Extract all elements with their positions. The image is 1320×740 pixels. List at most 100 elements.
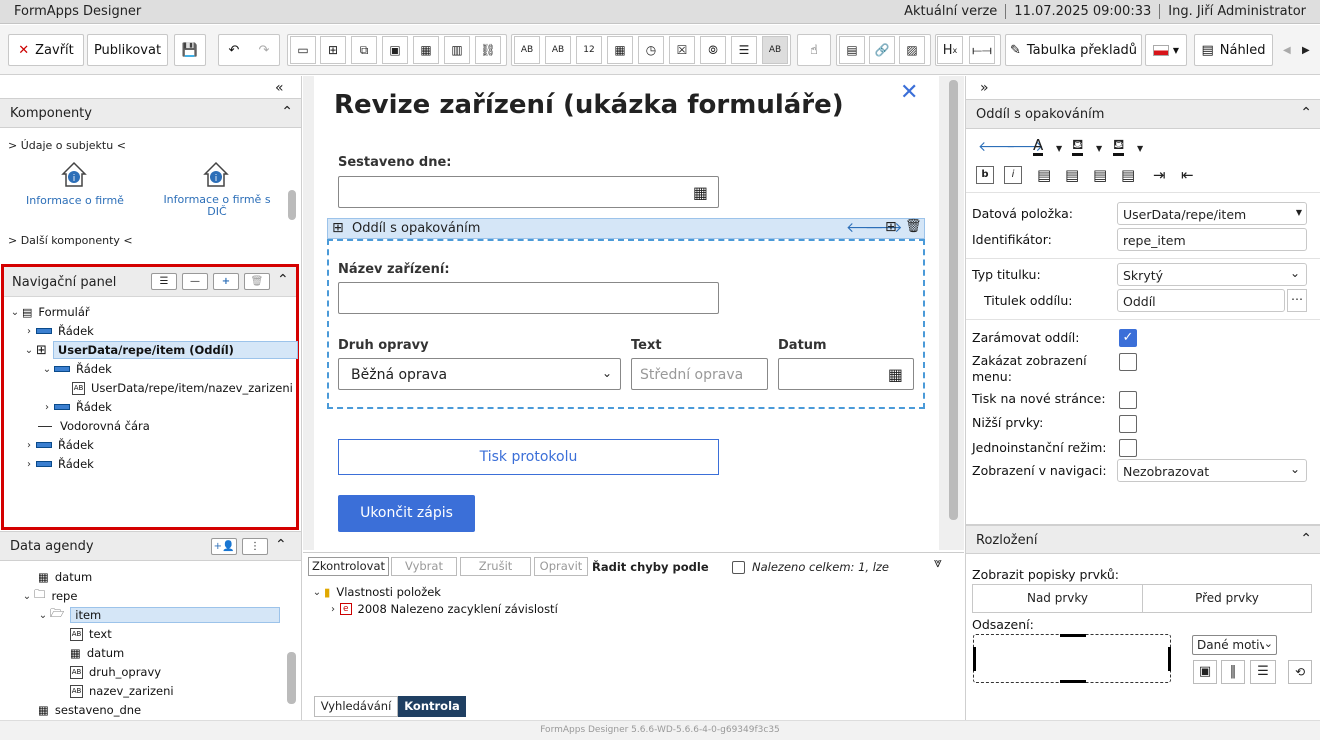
add-box-icon[interactable]: ⊞: [885, 219, 897, 235]
undo-icon[interactable]: ↶: [229, 43, 240, 58]
indent-icon[interactable]: ⇥: [1153, 166, 1166, 184]
redo-icon[interactable]: ↷: [259, 43, 270, 58]
align-center-icon[interactable]: ▤: [1065, 166, 1079, 184]
indent-right-handle[interactable]: [1168, 647, 1171, 671]
text-input[interactable]: Střední oprava: [631, 358, 768, 390]
collapse-left-icon[interactable]: «: [275, 80, 284, 96]
indent-left-handle[interactable]: [973, 647, 976, 671]
table-icon[interactable]: ▦: [413, 36, 439, 64]
scroll-left-icon[interactable]: ◀: [1283, 45, 1291, 56]
calendar-icon[interactable]: ▦: [693, 183, 708, 202]
print-new-page-checkbox[interactable]: [1119, 391, 1137, 409]
heading-icon[interactable]: Hx: [937, 36, 963, 64]
components-scrollbar[interactable]: [287, 132, 297, 256]
italic-icon[interactable]: i: [1004, 166, 1022, 184]
tree-node-row[interactable]: ⌄ Řádek: [40, 360, 112, 378]
chevron-down-icon[interactable]: ▼: [1056, 144, 1062, 153]
fix-button[interactable]: Opravit: [534, 557, 588, 576]
data-node[interactable]: ▦ datum: [38, 568, 92, 586]
radio-field-icon[interactable]: ⦾: [700, 36, 726, 64]
labels-above-button[interactable]: Nad prvky: [972, 584, 1143, 613]
date-input[interactable]: ▦: [778, 358, 914, 390]
lower-elements-checkbox[interactable]: [1119, 415, 1137, 433]
align-justify-icon[interactable]: ▤: [1121, 166, 1135, 184]
divider-icon[interactable]: ⟝⟞: [969, 36, 995, 64]
indent-preview[interactable]: [973, 634, 1171, 683]
data-node[interactable]: ▦ sestaveno_dne: [38, 701, 141, 719]
padding-horizontal-icon[interactable]: ‖: [1221, 660, 1245, 684]
more-options-button[interactable]: ⋯: [1287, 289, 1307, 312]
data-node[interactable]: AB druh_opravy: [70, 663, 161, 681]
data-agenda-header[interactable]: Data agendy +👤 ⋮ ⌃: [0, 531, 301, 561]
section-header[interactable]: ⊞ Oddíl s opakováním 🡐 🡒 ⊞ 🗑: [327, 218, 925, 239]
trash-icon[interactable]: 🗑: [244, 273, 270, 290]
close-form-icon[interactable]: ✕: [900, 80, 918, 105]
chevron-right-icon[interactable]: ›: [22, 459, 36, 470]
section-caption-input[interactable]: Oddíl: [1117, 289, 1285, 312]
cancel-button[interactable]: Zrušit: [460, 557, 531, 576]
data-node[interactable]: AB nazev_zarizeni: [70, 682, 174, 700]
tree-node-row[interactable]: › Řádek: [22, 322, 94, 340]
padding-all-icon[interactable]: ▣: [1193, 660, 1217, 684]
component-company-info[interactable]: Informace o firmě: [20, 194, 130, 207]
bold-icon[interactable]: b: [976, 166, 994, 184]
device-name-input[interactable]: [338, 282, 719, 314]
caret-up-icon[interactable]: ⌃: [275, 537, 287, 553]
padding-vertical-icon[interactable]: ☰: [1250, 660, 1276, 684]
link-icon[interactable]: 🔗: [869, 36, 895, 64]
outdent-icon[interactable]: ⇤: [1181, 166, 1194, 184]
frame-checkbox[interactable]: ✓: [1119, 329, 1137, 347]
text-field-icon[interactable]: AB: [514, 36, 540, 64]
component-group-subject[interactable]: > Údaje o subjektu <: [8, 139, 126, 152]
close-button[interactable]: ✕ Zavřít: [8, 34, 84, 66]
select-button[interactable]: Vybrat: [391, 557, 457, 576]
tree-node-row[interactable]: › Řádek: [22, 455, 94, 473]
translations-button[interactable]: ✎ Tabulka překladů: [1005, 34, 1142, 66]
chevron-down-icon[interactable]: ⌄: [8, 307, 22, 318]
identifier-input[interactable]: repe_item: [1117, 228, 1307, 251]
chevron-down-icon[interactable]: ⌄: [310, 587, 324, 598]
data-node[interactable]: AB text: [70, 625, 112, 643]
expand-right-icon[interactable]: »: [980, 80, 989, 96]
align-right-icon[interactable]: ▤: [1093, 166, 1107, 184]
data-item-select[interactable]: UserData/repe/item ▼: [1117, 202, 1307, 225]
horizontal-line-icon[interactable]: —: [182, 273, 208, 290]
data-node-selected[interactable]: ⌄ 🗁 item: [36, 606, 280, 624]
properties-scrollbar[interactable]: [1315, 100, 1319, 520]
sort-checkbox[interactable]: [732, 561, 745, 574]
calendar-icon[interactable]: ▦: [888, 365, 903, 384]
repeat-section-icon[interactable]: ⊞: [320, 36, 346, 64]
chevron-down-icon[interactable]: ⌄: [40, 364, 54, 375]
button-tool[interactable]: ☝: [797, 34, 831, 66]
font-color-icon[interactable]: A: [1033, 137, 1044, 156]
trash-icon[interactable]: 🗑: [905, 219, 922, 234]
fill-color-icon[interactable]: ⛾: [1072, 137, 1084, 156]
caret-up-icon[interactable]: ⌃: [1300, 531, 1312, 547]
textarea-icon[interactable]: AB: [545, 36, 571, 64]
hide-menu-checkbox[interactable]: [1119, 353, 1137, 371]
print-protocol-button[interactable]: Tisk protokolu: [338, 439, 719, 475]
finish-button[interactable]: Ukončit zápis: [338, 495, 475, 532]
scroll-right-icon[interactable]: ▶: [1302, 45, 1310, 56]
readonly-field-icon[interactable]: AB: [762, 36, 788, 64]
list-field-icon[interactable]: ☰: [731, 36, 757, 64]
header-icon[interactable]: ▭: [290, 36, 316, 64]
layout-header[interactable]: Rozložení ⌃: [966, 524, 1320, 554]
agenda-scrollbar[interactable]: [287, 652, 296, 704]
tree-node-field[interactable]: AB UserData/repe/item/nazev_zarizeni: [72, 379, 293, 397]
date-field-icon[interactable]: ▦: [607, 36, 633, 64]
preview-button[interactable]: ▤ Náhled: [1194, 34, 1273, 66]
collapse-down-icon[interactable]: ⩔: [934, 555, 942, 571]
align-lines-icon[interactable]: ☰: [151, 273, 177, 290]
publish-button[interactable]: Publikovat: [87, 34, 168, 66]
language-select[interactable]: ▼: [1145, 34, 1187, 66]
number-field-icon[interactable]: 12: [576, 36, 602, 64]
result-group[interactable]: ⌄ ▮ Vlastnosti položek: [310, 583, 441, 601]
chevron-down-icon[interactable]: ⌄: [22, 345, 36, 356]
component-group-other[interactable]: > Další komponenty <: [8, 234, 133, 247]
arrow-right-icon[interactable]: 🡒: [865, 219, 903, 236]
repair-type-select[interactable]: Běžná oprava ⌄: [338, 358, 621, 390]
chevron-right-icon[interactable]: ›: [40, 402, 54, 413]
link-section-icon[interactable]: ⛓: [475, 36, 501, 64]
component-icon[interactable]: ▣: [382, 36, 408, 64]
